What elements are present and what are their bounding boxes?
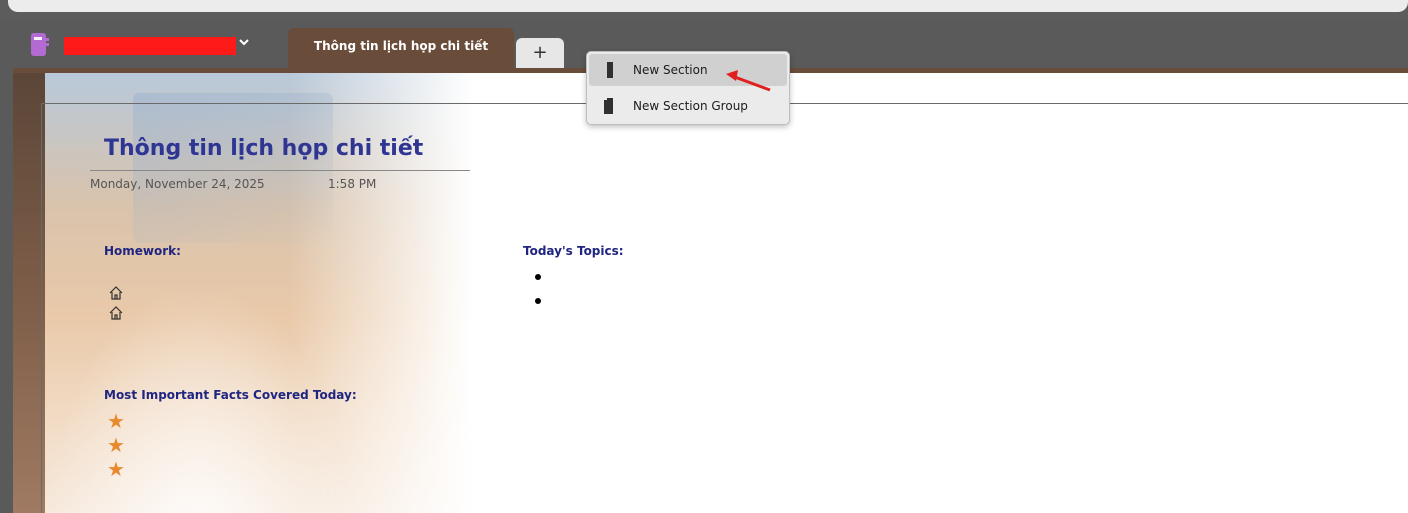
section-group-icon <box>604 98 613 114</box>
chevron-down-icon[interactable] <box>236 34 252 54</box>
home-icon <box>108 285 126 303</box>
notebook-icon[interactable] <box>31 33 49 56</box>
window-top-edge <box>8 0 1408 12</box>
menu-item-new-section-group[interactable]: New Section Group <box>589 90 787 122</box>
star-icon: ★ <box>107 457 125 481</box>
add-section-button[interactable]: + <box>516 38 564 68</box>
bullet-point[interactable] <box>535 298 541 304</box>
star-icon: ★ <box>107 433 125 457</box>
notebook-name-redacted[interactable] <box>64 37 236 55</box>
page-canvas[interactable]: Thông tin lịch họp chi tiết Monday, Nove… <box>13 68 1408 513</box>
star-icon: ★ <box>107 409 125 433</box>
menu-item-label: New Section <box>633 63 708 77</box>
chevron-down-icon-svg <box>239 39 249 46</box>
bullet-point[interactable] <box>535 274 541 280</box>
homework-heading[interactable]: Homework: <box>104 244 181 258</box>
tab-section-active[interactable]: Thông tin lịch họp chi tiết <box>288 28 514 68</box>
title-divider <box>90 170 470 171</box>
page-date: Monday, November 24, 2025 <box>90 177 265 191</box>
todays-topics-heading[interactable]: Today's Topics: <box>523 244 624 258</box>
home-icon <box>108 305 126 323</box>
menu-item-label: New Section Group <box>633 99 748 113</box>
red-arrow-annotation-icon <box>726 70 771 92</box>
section-icon <box>607 62 613 78</box>
window-top-strip <box>0 0 1408 20</box>
page-time: 1:58 PM <box>328 177 377 191</box>
important-facts-heading[interactable]: Most Important Facts Covered Today: <box>104 388 357 402</box>
page-title[interactable]: Thông tin lịch họp chi tiết <box>104 136 464 170</box>
